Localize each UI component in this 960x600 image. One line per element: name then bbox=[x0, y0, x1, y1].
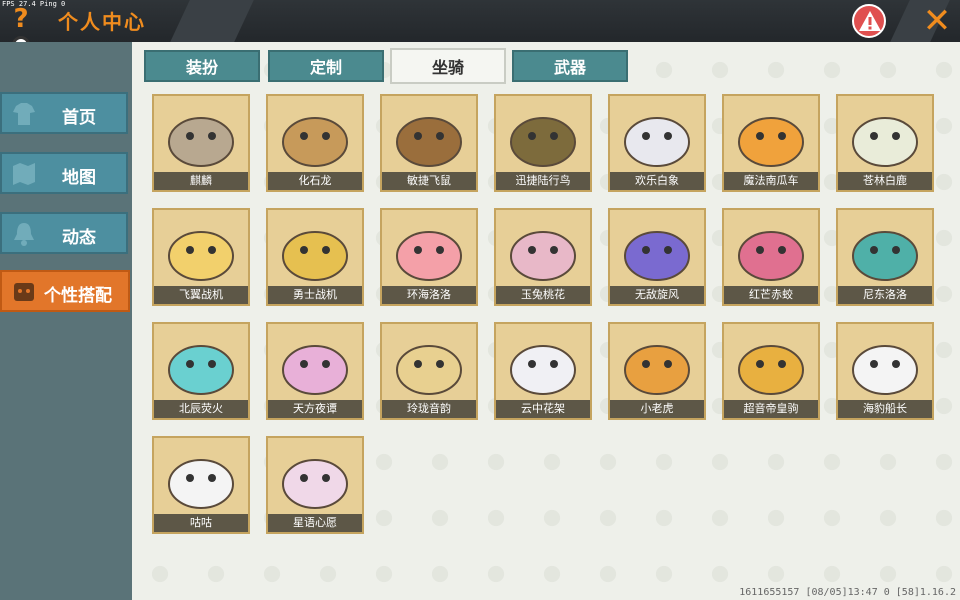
mount-card[interactable]: 北辰荧火 bbox=[152, 322, 250, 420]
sidebar-item-activity[interactable]: 动态 bbox=[0, 212, 128, 254]
mount-card[interactable]: 玲珑音韵 bbox=[380, 322, 478, 420]
report-button[interactable] bbox=[852, 4, 886, 38]
help-button[interactable]: ? bbox=[6, 4, 36, 34]
mount-image bbox=[160, 100, 242, 172]
mount-card[interactable]: 红芒赤蛟 bbox=[722, 208, 820, 306]
mount-name: 勇士战机 bbox=[268, 286, 362, 304]
mount-name: 云中花架 bbox=[496, 400, 590, 418]
mount-card[interactable]: 星语心愿 bbox=[266, 436, 364, 534]
mount-image bbox=[160, 214, 242, 286]
mount-image bbox=[274, 100, 356, 172]
warning-icon bbox=[859, 11, 881, 31]
mount-name: 北辰荧火 bbox=[154, 400, 248, 418]
mount-image bbox=[274, 328, 356, 400]
sidebar-item-label: 首页 bbox=[62, 108, 96, 128]
mount-name: 飞翼战机 bbox=[154, 286, 248, 304]
mount-image bbox=[616, 214, 698, 286]
mount-image bbox=[844, 328, 926, 400]
content-panel: 装扮 定制 坐骑 武器 麒麟 化石龙 敏捷飞鼠 迅捷陆行鸟 欢乐白象 魔法南瓜车 苍林白鹿飞… bbox=[132, 42, 960, 600]
mount-name: 尼东洛洛 bbox=[838, 286, 932, 304]
shirt-icon bbox=[13, 103, 35, 125]
mount-card[interactable]: 环海洛洛 bbox=[380, 208, 478, 306]
mount-card[interactable]: 飞翼战机 bbox=[152, 208, 250, 306]
tab-outfit[interactable]: 装扮 bbox=[144, 50, 260, 82]
mount-image bbox=[388, 328, 470, 400]
mount-card[interactable]: 迅捷陆行鸟 bbox=[494, 94, 592, 192]
mount-card[interactable]: 超音帝皇驹 bbox=[722, 322, 820, 420]
mount-image bbox=[502, 328, 584, 400]
mount-name: 苍林白鹿 bbox=[838, 172, 932, 190]
sidebar-item-home[interactable]: 首页 bbox=[0, 92, 128, 134]
mount-card[interactable]: 欢乐白象 bbox=[608, 94, 706, 192]
mount-image bbox=[616, 100, 698, 172]
mount-name: 超音帝皇驹 bbox=[724, 400, 818, 418]
mount-card[interactable]: 化石龙 bbox=[266, 94, 364, 192]
mount-card[interactable]: 勇士战机 bbox=[266, 208, 364, 306]
sidebar-item-label: 个性搭配 bbox=[44, 286, 112, 306]
mount-image bbox=[844, 214, 926, 286]
mount-image bbox=[160, 328, 242, 400]
mount-image bbox=[844, 100, 926, 172]
mount-card[interactable]: 云中花架 bbox=[494, 322, 592, 420]
mount-name: 红芒赤蛟 bbox=[724, 286, 818, 304]
mount-name: 环海洛洛 bbox=[382, 286, 476, 304]
mount-name: 星语心愿 bbox=[268, 514, 362, 532]
top-bar: FPS 27.4 Ping 0 ? 个人中心 ✕ bbox=[0, 0, 960, 54]
mount-card[interactable]: 魔法南瓜车 bbox=[722, 94, 820, 192]
mount-image bbox=[616, 328, 698, 400]
close-button[interactable]: ✕ bbox=[918, 2, 956, 40]
mount-image bbox=[502, 214, 584, 286]
page-title: 个人中心 bbox=[58, 10, 146, 34]
mount-image bbox=[730, 100, 812, 172]
bell-icon bbox=[14, 223, 34, 246]
character-icon bbox=[14, 283, 34, 301]
sidebar-item-outfit[interactable]: 个性搭配 bbox=[0, 270, 130, 312]
mount-name: 敏捷飞鼠 bbox=[382, 172, 476, 190]
sidebar-item-label: 动态 bbox=[62, 228, 96, 248]
map-icon bbox=[13, 163, 35, 185]
mount-card[interactable]: 敏捷飞鼠 bbox=[380, 94, 478, 192]
mount-card[interactable]: 无敌旋风 bbox=[608, 208, 706, 306]
mount-card[interactable]: 天方夜谭 bbox=[266, 322, 364, 420]
mount-name: 小老虎 bbox=[610, 400, 704, 418]
mount-name: 玲珑音韵 bbox=[382, 400, 476, 418]
tab-weapons[interactable]: 武器 bbox=[512, 50, 628, 82]
sidebar-item-map[interactable]: 地图 bbox=[0, 152, 128, 194]
mount-name: 天方夜谭 bbox=[268, 400, 362, 418]
mount-name: 无敌旋风 bbox=[610, 286, 704, 304]
build-info: 1611655157 [08/05]13:47 0 [58]1.16.2 bbox=[739, 587, 956, 598]
mount-image bbox=[730, 214, 812, 286]
mount-name: 化石龙 bbox=[268, 172, 362, 190]
mount-card[interactable]: 苍林白鹿 bbox=[836, 94, 934, 192]
mount-name: 玉兔桃花 bbox=[496, 286, 590, 304]
tab-custom[interactable]: 定制 bbox=[268, 50, 384, 82]
tab-mounts[interactable]: 坐骑 bbox=[390, 48, 506, 84]
mount-card[interactable]: 麒麟 bbox=[152, 94, 250, 192]
mount-name: 海豹船长 bbox=[838, 400, 932, 418]
sidebar-item-label: 地图 bbox=[62, 168, 96, 188]
mount-image bbox=[502, 100, 584, 172]
mount-name: 魔法南瓜车 bbox=[724, 172, 818, 190]
mount-image bbox=[274, 442, 356, 514]
mount-image bbox=[160, 442, 242, 514]
mount-card[interactable]: 小老虎 bbox=[608, 322, 706, 420]
mount-card[interactable]: 玉兔桃花 bbox=[494, 208, 592, 306]
mount-name: 麒麟 bbox=[154, 172, 248, 190]
mount-image bbox=[388, 100, 470, 172]
mount-image bbox=[730, 328, 812, 400]
mount-card[interactable]: 海豹船长 bbox=[836, 322, 934, 420]
mount-image bbox=[388, 214, 470, 286]
mount-name: 咕咕 bbox=[154, 514, 248, 532]
mount-image bbox=[274, 214, 356, 286]
mount-name: 欢乐白象 bbox=[610, 172, 704, 190]
mount-card[interactable]: 咕咕 bbox=[152, 436, 250, 534]
mount-card[interactable]: 尼东洛洛 bbox=[836, 208, 934, 306]
sidebar: 首页 地图 动态 个性搭配 bbox=[0, 42, 132, 600]
mount-name: 迅捷陆行鸟 bbox=[496, 172, 590, 190]
